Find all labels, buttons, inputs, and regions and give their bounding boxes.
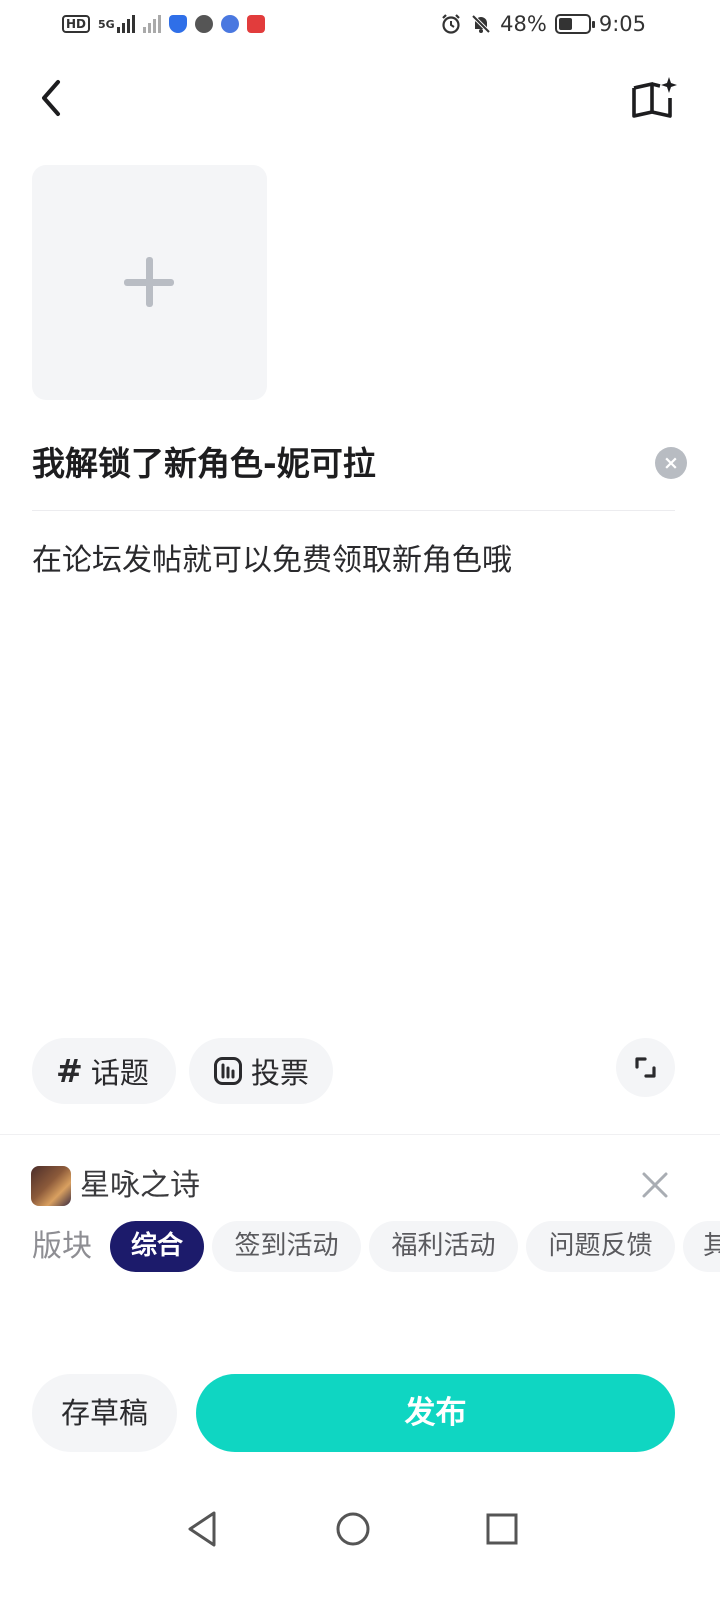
browser-app-icon	[220, 15, 239, 33]
nav-recents-button[interactable]	[478, 1505, 526, 1553]
forum-avatar	[31, 1166, 71, 1206]
mute-bell-icon	[471, 14, 491, 34]
close-icon	[642, 1172, 668, 1198]
section-tag-more[interactable]: 其	[683, 1221, 720, 1272]
network-type: 5G	[98, 17, 115, 31]
circle-home-icon	[336, 1512, 370, 1546]
guide-button[interactable]	[626, 74, 678, 124]
vote-button[interactable]: 投票	[189, 1038, 333, 1104]
nav-back-button[interactable]	[178, 1505, 226, 1553]
section-tag-feedback[interactable]: 问题反馈	[526, 1221, 675, 1272]
forum-name: 星咏之诗	[80, 1168, 200, 1203]
section-divider	[0, 1134, 720, 1135]
section-tags: 综合 签到活动 福利活动 问题反馈 其	[110, 1221, 720, 1273]
plus-icon-vertical	[146, 257, 153, 307]
battery-percent: 48%	[500, 12, 547, 36]
status-bar: HD 5G 48% 9:05	[0, 0, 720, 48]
post-editor-screen: HD 5G 48% 9:05 我解锁了新角色-妮可拉 × 在论坛发帖就可以免费领…	[0, 0, 720, 1600]
clear-title-button[interactable]: ×	[655, 447, 687, 479]
mail-app-icon	[246, 15, 265, 33]
section-label: 版块	[32, 1229, 92, 1264]
title-divider	[32, 510, 675, 511]
back-button[interactable]	[30, 74, 74, 124]
book-sparkle-icon	[632, 77, 677, 118]
status-bar-right: 48% 9:05	[440, 12, 646, 36]
chevron-left-icon	[42, 80, 60, 116]
section-tag-general[interactable]: 综合	[110, 1221, 204, 1272]
alarm-icon	[442, 14, 460, 34]
clock: 9:05	[598, 12, 646, 36]
publish-button[interactable]: 发布	[196, 1374, 675, 1452]
expand-editor-button[interactable]	[616, 1038, 675, 1097]
body-input[interactable]: 在论坛发帖就可以免费领取新角色哦	[32, 537, 675, 977]
title-input[interactable]: 我解锁了新角色-妮可拉	[32, 440, 642, 488]
battery-icon	[554, 14, 595, 34]
signal-icon	[116, 15, 135, 33]
section-tag-checkin[interactable]: 签到活动	[212, 1221, 361, 1272]
message-app-icon	[194, 15, 213, 33]
expand-icon	[635, 1057, 656, 1078]
section-tag-welfare[interactable]: 福利活动	[369, 1221, 518, 1272]
save-draft-button[interactable]: 存草稿	[32, 1374, 177, 1452]
shield-app-icon	[168, 15, 187, 33]
vote-label: 投票	[251, 1056, 310, 1090]
signal-secondary-icon	[142, 15, 161, 33]
status-bar-left: HD 5G	[62, 15, 265, 33]
vote-icon	[214, 1057, 242, 1085]
triangle-back-icon	[188, 1511, 216, 1547]
hashtag-icon: #	[56, 1052, 83, 1090]
add-image-button[interactable]	[32, 165, 267, 400]
topic-button[interactable]: # 话题	[32, 1038, 176, 1104]
nav-home-button[interactable]	[329, 1505, 377, 1553]
hd-icon: HD	[62, 15, 91, 33]
remove-forum-button[interactable]	[637, 1167, 673, 1203]
square-recents-icon	[486, 1513, 518, 1545]
topic-label: 话题	[90, 1056, 149, 1090]
